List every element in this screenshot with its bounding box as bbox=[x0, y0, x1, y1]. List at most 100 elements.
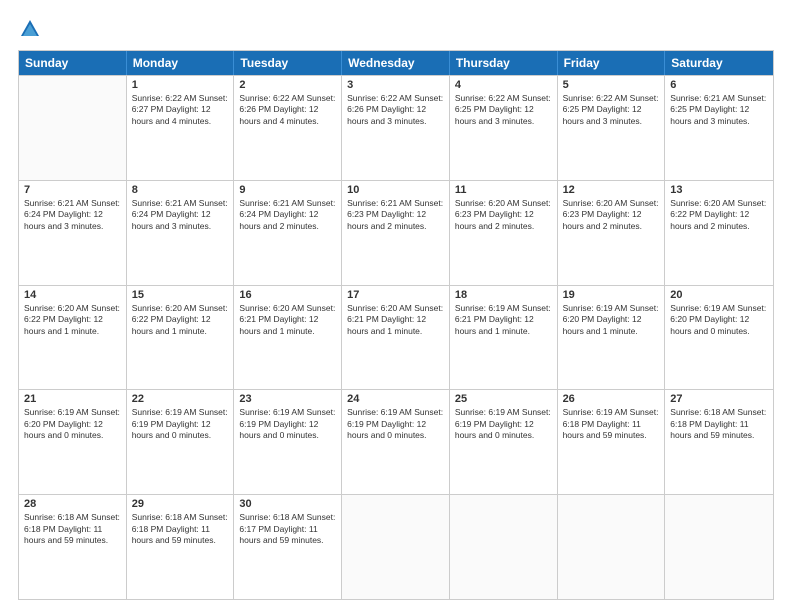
cell-info: Sunrise: 6:21 AM Sunset: 6:24 PM Dayligh… bbox=[132, 198, 229, 232]
cal-cell: 28Sunrise: 6:18 AM Sunset: 6:18 PM Dayli… bbox=[19, 495, 127, 599]
cal-cell: 2 Sunrise: 6:22 AM Sunset: 6:26 PM Daylig… bbox=[234, 76, 342, 180]
day-number: 5 bbox=[563, 79, 660, 91]
day-number: 10 bbox=[347, 184, 444, 196]
day-header-friday: Friday bbox=[558, 51, 666, 75]
cal-cell: 1 Sunrise: 6:22 AM Sunset: 6:27 PM Daylig… bbox=[127, 76, 235, 180]
day-number: 24 bbox=[347, 393, 444, 405]
week-row-2: 7 Sunrise: 6:21 AM Sunset: 6:24 PM Daylig… bbox=[19, 180, 773, 285]
day-number: 7 bbox=[24, 184, 121, 196]
cell-info: Sunrise: 6:19 AM Sunset: 6:19 PM Dayligh… bbox=[132, 407, 229, 441]
cal-cell: 8 Sunrise: 6:21 AM Sunset: 6:24 PM Daylig… bbox=[127, 181, 235, 285]
cell-info: Sunrise: 6:19 AM Sunset: 6:20 PM Dayligh… bbox=[670, 303, 768, 337]
cal-cell bbox=[342, 495, 450, 599]
day-number: 13 bbox=[670, 184, 768, 196]
cell-info: Sunrise: 6:20 AM Sunset: 6:21 PM Dayligh… bbox=[239, 303, 336, 337]
day-number: 22 bbox=[132, 393, 229, 405]
cal-cell: 5Sunrise: 6:22 AM Sunset: 6:25 PM Daylig… bbox=[558, 76, 666, 180]
week-row-1: 1 Sunrise: 6:22 AM Sunset: 6:27 PM Daylig… bbox=[19, 75, 773, 180]
cal-cell: 30Sunrise: 6:18 AM Sunset: 6:17 PM Dayli… bbox=[234, 495, 342, 599]
cell-info: Sunrise: 6:21 AM Sunset: 6:23 PM Dayligh… bbox=[347, 198, 444, 232]
page: SundayMondayTuesdayWednesdayThursdayFrid… bbox=[0, 0, 792, 612]
day-header-wednesday: Wednesday bbox=[342, 51, 450, 75]
cell-info: Sunrise: 6:21 AM Sunset: 6:25 PM Dayligh… bbox=[670, 93, 768, 127]
cell-info: Sunrise: 6:20 AM Sunset: 6:21 PM Dayligh… bbox=[347, 303, 444, 337]
cell-info: Sunrise: 6:18 AM Sunset: 6:18 PM Dayligh… bbox=[132, 512, 229, 546]
week-row-3: 14 Sunrise: 6:20 AM Sunset: 6:22 PM Dayli… bbox=[19, 285, 773, 390]
day-number: 30 bbox=[239, 498, 336, 510]
day-header-tuesday: Tuesday bbox=[234, 51, 342, 75]
cell-info: Sunrise: 6:21 AM Sunset: 6:24 PM Dayligh… bbox=[239, 198, 336, 232]
cell-info: Sunrise: 6:19 AM Sunset: 6:19 PM Dayligh… bbox=[347, 407, 444, 441]
cell-info: Sunrise: 6:22 AM Sunset: 6:27 PM Dayligh… bbox=[132, 93, 229, 127]
cal-cell: 9 Sunrise: 6:21 AM Sunset: 6:24 PM Daylig… bbox=[234, 181, 342, 285]
calendar: SundayMondayTuesdayWednesdayThursdayFrid… bbox=[18, 50, 774, 600]
cal-cell: 22 Sunrise: 6:19 AM Sunset: 6:19 PM Dayli… bbox=[127, 390, 235, 494]
cal-cell: 11Sunrise: 6:20 AM Sunset: 6:23 PM Dayli… bbox=[450, 181, 558, 285]
day-number: 14 bbox=[24, 289, 121, 301]
calendar-body: 1 Sunrise: 6:22 AM Sunset: 6:27 PM Daylig… bbox=[19, 75, 773, 599]
cal-cell: 23 Sunrise: 6:19 AM Sunset: 6:19 PM Dayli… bbox=[234, 390, 342, 494]
cell-info: Sunrise: 6:21 AM Sunset: 6:24 PM Dayligh… bbox=[24, 198, 121, 232]
cell-info: Sunrise: 6:19 AM Sunset: 6:19 PM Dayligh… bbox=[239, 407, 336, 441]
day-number: 29 bbox=[132, 498, 229, 510]
cal-cell: 3Sunrise: 6:22 AM Sunset: 6:26 PM Daylig… bbox=[342, 76, 450, 180]
day-number: 20 bbox=[670, 289, 768, 301]
calendar-header: SundayMondayTuesdayWednesdayThursdayFrid… bbox=[19, 51, 773, 75]
day-header-saturday: Saturday bbox=[665, 51, 773, 75]
week-row-5: 28Sunrise: 6:18 AM Sunset: 6:18 PM Dayli… bbox=[19, 494, 773, 599]
day-number: 4 bbox=[455, 79, 552, 91]
cal-cell: 26Sunrise: 6:19 AM Sunset: 6:18 PM Dayli… bbox=[558, 390, 666, 494]
cell-info: Sunrise: 6:20 AM Sunset: 6:22 PM Dayligh… bbox=[24, 303, 121, 337]
cell-info: Sunrise: 6:19 AM Sunset: 6:21 PM Dayligh… bbox=[455, 303, 552, 337]
cell-info: Sunrise: 6:19 AM Sunset: 6:18 PM Dayligh… bbox=[563, 407, 660, 441]
day-header-thursday: Thursday bbox=[450, 51, 558, 75]
day-number: 27 bbox=[670, 393, 768, 405]
cal-cell bbox=[19, 76, 127, 180]
day-number: 12 bbox=[563, 184, 660, 196]
cal-cell: 20 Sunrise: 6:19 AM Sunset: 6:20 PM Dayli… bbox=[665, 286, 773, 390]
day-number: 17 bbox=[347, 289, 444, 301]
cal-cell: 27 Sunrise: 6:18 AM Sunset: 6:18 PM Dayli… bbox=[665, 390, 773, 494]
day-number: 3 bbox=[347, 79, 444, 91]
logo-icon bbox=[19, 18, 41, 40]
cal-cell: 16 Sunrise: 6:20 AM Sunset: 6:21 PM Dayli… bbox=[234, 286, 342, 390]
day-header-monday: Monday bbox=[127, 51, 235, 75]
day-number: 8 bbox=[132, 184, 229, 196]
day-number: 23 bbox=[239, 393, 336, 405]
cal-cell bbox=[558, 495, 666, 599]
day-number: 9 bbox=[239, 184, 336, 196]
logo-text bbox=[18, 18, 41, 40]
cal-cell bbox=[450, 495, 558, 599]
cell-info: Sunrise: 6:20 AM Sunset: 6:23 PM Dayligh… bbox=[563, 198, 660, 232]
cell-info: Sunrise: 6:20 AM Sunset: 6:22 PM Dayligh… bbox=[670, 198, 768, 232]
day-number: 1 bbox=[132, 79, 229, 91]
cell-info: Sunrise: 6:19 AM Sunset: 6:20 PM Dayligh… bbox=[24, 407, 121, 441]
cell-info: Sunrise: 6:20 AM Sunset: 6:22 PM Dayligh… bbox=[132, 303, 229, 337]
day-number: 21 bbox=[24, 393, 121, 405]
day-number: 19 bbox=[563, 289, 660, 301]
cal-cell: 25Sunrise: 6:19 AM Sunset: 6:19 PM Dayli… bbox=[450, 390, 558, 494]
cell-info: Sunrise: 6:22 AM Sunset: 6:26 PM Dayligh… bbox=[239, 93, 336, 127]
cal-cell: 21 Sunrise: 6:19 AM Sunset: 6:20 PM Dayli… bbox=[19, 390, 127, 494]
cal-cell: 6 Sunrise: 6:21 AM Sunset: 6:25 PM Daylig… bbox=[665, 76, 773, 180]
day-number: 6 bbox=[670, 79, 768, 91]
day-header-sunday: Sunday bbox=[19, 51, 127, 75]
cell-info: Sunrise: 6:18 AM Sunset: 6:18 PM Dayligh… bbox=[24, 512, 121, 546]
day-number: 25 bbox=[455, 393, 552, 405]
cal-cell: 18Sunrise: 6:19 AM Sunset: 6:21 PM Dayli… bbox=[450, 286, 558, 390]
cal-cell: 24 Sunrise: 6:19 AM Sunset: 6:19 PM Dayli… bbox=[342, 390, 450, 494]
cal-cell: 15Sunrise: 6:20 AM Sunset: 6:22 PM Dayli… bbox=[127, 286, 235, 390]
cal-cell: 19Sunrise: 6:19 AM Sunset: 6:20 PM Dayli… bbox=[558, 286, 666, 390]
cal-cell: 4 Sunrise: 6:22 AM Sunset: 6:25 PM Daylig… bbox=[450, 76, 558, 180]
header bbox=[18, 18, 774, 40]
day-number: 2 bbox=[239, 79, 336, 91]
cal-cell: 14 Sunrise: 6:20 AM Sunset: 6:22 PM Dayli… bbox=[19, 286, 127, 390]
cal-cell: 29 Sunrise: 6:18 AM Sunset: 6:18 PM Dayli… bbox=[127, 495, 235, 599]
cal-cell: 13 Sunrise: 6:20 AM Sunset: 6:22 PM Dayli… bbox=[665, 181, 773, 285]
cal-cell bbox=[665, 495, 773, 599]
day-number: 11 bbox=[455, 184, 552, 196]
day-number: 16 bbox=[239, 289, 336, 301]
logo bbox=[18, 18, 41, 40]
cell-info: Sunrise: 6:22 AM Sunset: 6:25 PM Dayligh… bbox=[455, 93, 552, 127]
cell-info: Sunrise: 6:18 AM Sunset: 6:18 PM Dayligh… bbox=[670, 407, 768, 441]
